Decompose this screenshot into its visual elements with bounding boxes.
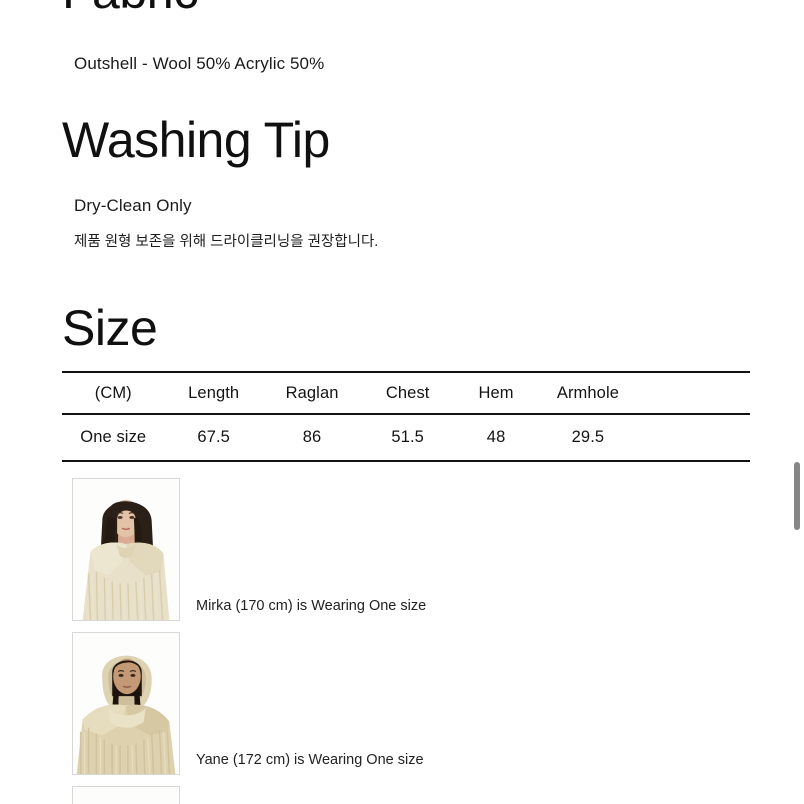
list-item xyxy=(72,786,772,804)
vertical-scrollbar-thumb[interactable] xyxy=(794,462,800,530)
model-photo-icon xyxy=(73,479,179,620)
model-third-thumbnail[interactable] xyxy=(72,786,180,804)
product-detail-page: Fabric Outshell - Wool 50% Acrylic 50% W… xyxy=(0,0,804,804)
model-yane-thumbnail[interactable] xyxy=(72,632,180,775)
vertical-scrollbar-track[interactable] xyxy=(790,0,804,804)
model-caption: Yane (172 cm) is Wearing One size xyxy=(196,751,424,768)
model-photo-icon xyxy=(73,787,179,804)
model-list: Mirka (170 cm) is Wearing One size Yane … xyxy=(72,478,772,804)
model-photo-icon xyxy=(73,633,179,774)
list-item: Mirka (170 cm) is Wearing One size xyxy=(72,478,772,621)
model-mirka-thumbnail[interactable] xyxy=(72,478,180,621)
model-list-clip: Mirka (170 cm) is Wearing One size Yane … xyxy=(0,0,790,804)
list-item: Yane (172 cm) is Wearing One size xyxy=(72,632,772,775)
model-caption: Mirka (170 cm) is Wearing One size xyxy=(196,597,427,614)
